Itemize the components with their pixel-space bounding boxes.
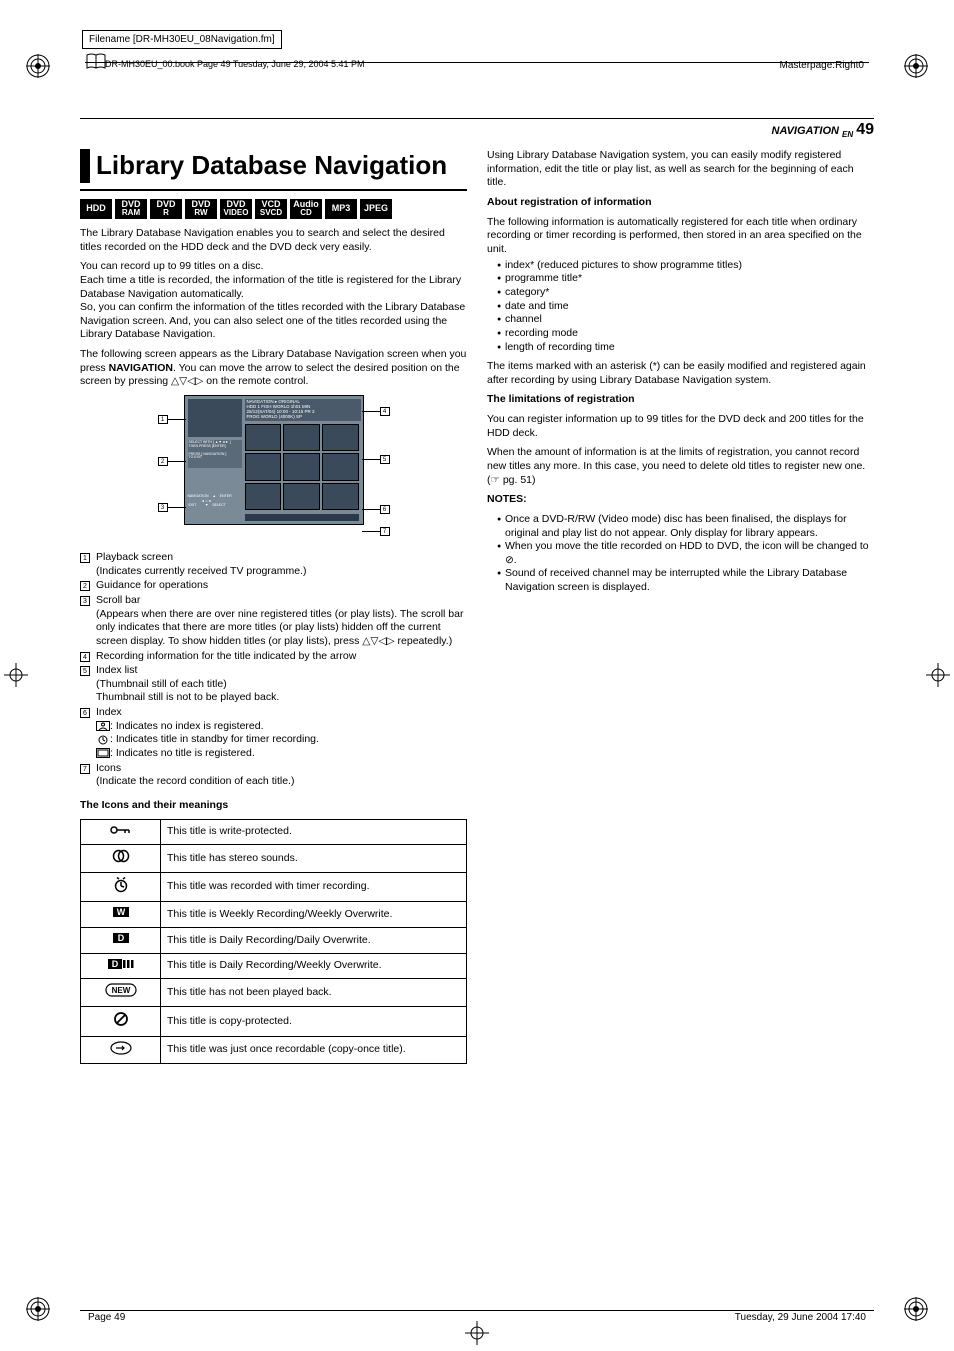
divider [80,1310,874,1311]
section-header: NAVIGATION EN 49 [80,121,874,139]
tv-scrollbar [245,514,359,521]
clock-icon [113,877,129,898]
notes-list: Once a DVD-R/RW (Video mode) disc has be… [487,513,874,595]
registration-mark-icon [26,54,50,78]
numbered-list: 1Playback screen(Indicates currently rec… [80,551,467,789]
crosshair-icon [926,663,950,687]
registration-mark-icon [904,1297,928,1321]
weekly-icon: W [111,906,131,923]
tv-header: NAVIGATION ▸ ORIGINAL HDD 1 FISH WORLD 1… [245,399,361,421]
callout-2: 2 [158,457,168,466]
copy-once-icon [110,1041,132,1060]
right-column: Using Library Database Navigation system… [487,149,874,1064]
blank-box-icon [96,748,110,758]
badge-dvd-ram: DVDRAM [115,199,147,219]
icons-heading: The Icons and their meanings [80,799,467,813]
body-text: The following information is automatical… [487,216,874,257]
badge-dvd-rw: DVDRW [185,199,217,219]
callout-6: 6 [380,505,390,514]
tv-preview-pane [188,399,242,437]
book-header-text: DR-MH30EU_00.book Page 49 Tuesday, June … [105,59,365,69]
badge-hdd: HDD [80,199,112,219]
tv-screenshot: NAVIGATION ▸ ORIGINAL HDD 1 FISH WORLD 1… [144,395,404,545]
key-icon [109,824,133,841]
page-title: Library Database Navigation [80,149,467,183]
tv-enter-guide: NAVIGATION ▲ ENTER ◄ ○ ► EXIT ▼ SELECT [188,494,242,508]
badge-audio-cd: AudioCD [290,199,322,219]
body-text: The following screen appears as the Libr… [80,348,467,389]
svg-text:W: W [116,907,125,917]
badge-jpeg: JPEG [360,199,392,219]
svg-text:D: D [111,959,118,969]
footer-date: Tuesday, 29 June 2004 17:40 [735,1312,866,1323]
body-text: Using Library Database Navigation system… [487,149,874,190]
badge-mp3: MP3 [325,199,357,219]
subheading: The limitations of registration [487,393,874,407]
callout-1: 1 [158,415,168,424]
callout-7: 7 [380,527,390,536]
left-column: Library Database Navigation HDD DVDRAM D… [80,149,467,1064]
notes-heading: NOTES: [487,493,874,507]
new-icon: NEW [105,983,137,1002]
lang-label: EN [842,130,853,139]
stereo-icon [112,849,130,868]
body-text: You can register information up to 99 ti… [487,413,874,440]
thumbnail-grid [245,424,359,510]
page-number: 49 [856,121,874,138]
svg-text:D: D [117,933,124,943]
clock-icon [96,735,110,745]
icons-table: This title is write-protected. This titl… [80,819,467,1065]
registration-mark-icon [26,1297,50,1321]
book-icon [85,52,107,72]
crosshair-icon [4,663,28,687]
filename-box: Filename [DR-MH30EU_08Navigation.fm] [82,30,282,49]
badge-vcd-svcd: VCDSVCD [255,199,287,219]
tv-guide-text: SELECT WITH [ ▲▼◄► ] THEN PRESS [ENTER] … [188,440,242,468]
callout-5: 5 [380,455,390,464]
bullet-list: index* (reduced pictures to show program… [487,259,874,354]
badge-dvd-video: DVDVIDEO [220,199,252,219]
body-text: When the amount of information is at the… [487,446,874,487]
person-box-icon [96,721,110,731]
divider [80,189,467,191]
divider [80,118,874,119]
badge-dvd-r: DVDR [150,199,182,219]
subheading: About registration of information [487,196,874,210]
body-text: The Library Database Navigation enables … [80,227,467,254]
daily-icon: D [111,932,131,949]
body-text: The items marked with an asterisk (*) ca… [487,360,874,387]
section-name: NAVIGATION [772,125,839,137]
body-text: You can record up to 99 titles on a disc… [80,260,467,342]
format-badges: HDD DVDRAM DVDR DVDRW DVDVIDEO VCDSVCD A… [80,199,467,219]
prohibit-icon [113,1011,129,1032]
crosshair-icon [465,1321,489,1345]
daily-weekly-icon: D [106,958,136,975]
footer-page: Page 49 [88,1312,125,1323]
callout-3: 3 [158,503,168,512]
callout-4: 4 [380,407,390,416]
registration-mark-icon [904,54,928,78]
svg-text:NEW: NEW [111,986,130,995]
